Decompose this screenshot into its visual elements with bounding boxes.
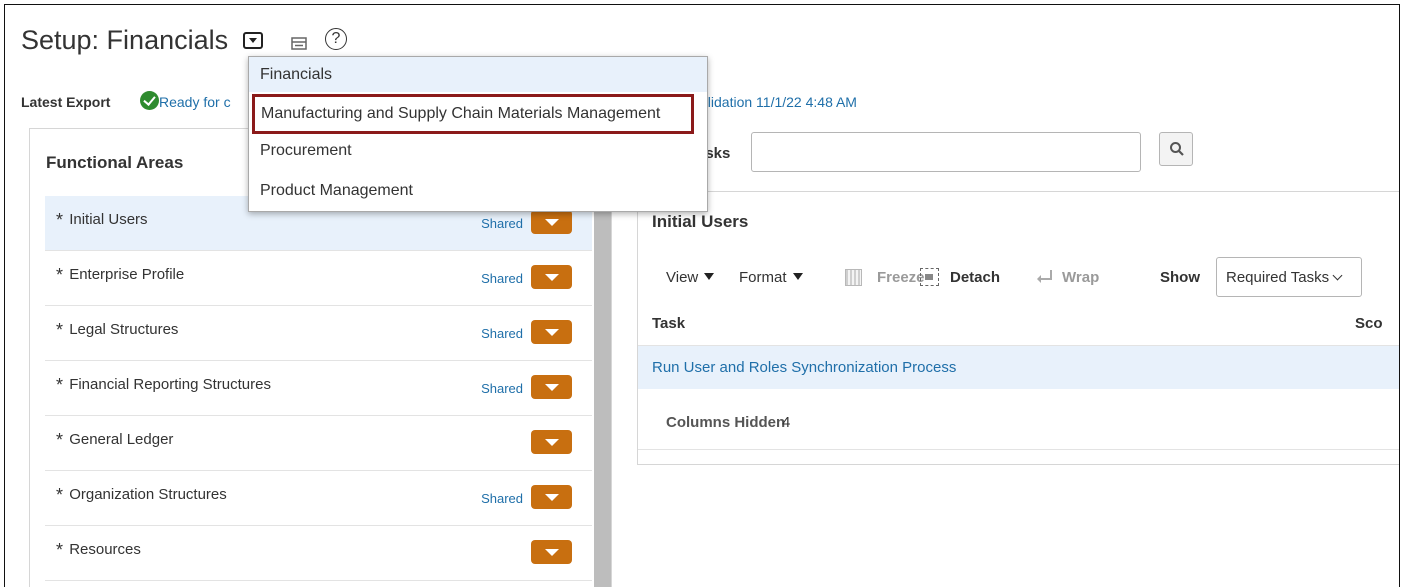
area-name: * Financial Reporting Structures xyxy=(56,375,271,395)
search-tasks-input[interactable] xyxy=(751,132,1141,172)
table-row[interactable]: Run User and Roles Synchronization Proce… xyxy=(638,346,1399,389)
detach-icon xyxy=(920,268,939,286)
chevron-down-icon xyxy=(1332,270,1343,281)
search-button[interactable] xyxy=(1159,132,1193,166)
required-marker: * xyxy=(56,540,64,560)
freeze-icon xyxy=(845,269,862,286)
view-menu[interactable]: View xyxy=(666,269,715,286)
area-actions-dropdown-icon[interactable] xyxy=(531,320,572,344)
functional-areas-title: Functional Areas xyxy=(46,153,184,172)
check-circle-icon xyxy=(140,91,159,110)
scrollbar[interactable] xyxy=(594,196,611,587)
task-link[interactable]: Run User and Roles Synchronization Proce… xyxy=(652,359,956,376)
area-name: * General Ledger xyxy=(56,430,174,450)
columns-hidden-count: 4 xyxy=(782,414,791,431)
area-actions-dropdown-icon[interactable] xyxy=(531,375,572,399)
area-name: * Resources xyxy=(56,540,141,560)
area-name: * Organization Structures xyxy=(56,485,227,505)
required-marker: * xyxy=(56,430,64,450)
wrap-button[interactable]: Wrap xyxy=(1062,269,1099,286)
shared-badge: Shared xyxy=(481,491,523,506)
area-actions-dropdown-icon[interactable] xyxy=(531,265,572,289)
latest-export-label: Latest Export xyxy=(21,94,111,110)
shared-badge: Shared xyxy=(481,216,523,231)
help-icon[interactable]: ? xyxy=(325,28,347,50)
table-toolbar: View Format Freeze Detach Wrap Show Requ… xyxy=(638,257,1399,297)
caret-down-icon xyxy=(704,273,715,280)
area-row[interactable]: * Financial Reporting Structures Shared xyxy=(45,361,592,416)
tasks-panel-title: Initial Users xyxy=(652,212,749,231)
area-actions-dropdown-icon[interactable] xyxy=(531,430,572,454)
required-marker: * xyxy=(56,375,64,395)
area-actions-dropdown-icon[interactable] xyxy=(531,210,572,234)
page-title: Setup: Financials xyxy=(21,25,229,55)
export-date-link[interactable]: validation 11/1/22 4:48 AM xyxy=(693,94,857,110)
menu-item-financials[interactable]: Financials xyxy=(249,57,707,92)
area-row[interactable]: * Resources xyxy=(45,526,592,581)
column-header-scope[interactable]: Sco xyxy=(1355,315,1383,332)
freeze-button[interactable]: Freeze xyxy=(877,269,925,286)
columns-hidden-label: Columns Hidden xyxy=(666,414,786,431)
wrap-icon xyxy=(1037,269,1055,286)
area-name: * Enterprise Profile xyxy=(56,265,185,285)
offering-dropdown-button[interactable] xyxy=(243,32,263,49)
menu-item-product-management[interactable]: Product Management xyxy=(249,173,707,209)
columns-hidden-row: Columns Hidden 4 xyxy=(638,402,1399,450)
area-row[interactable]: * Legal Structures Shared xyxy=(45,306,592,361)
required-marker: * xyxy=(56,485,64,505)
show-select[interactable]: Required Tasks xyxy=(1216,257,1362,297)
detach-button[interactable]: Detach xyxy=(950,269,1000,286)
area-row[interactable]: * General Ledger xyxy=(45,416,592,471)
area-name: * Initial Users xyxy=(56,210,148,230)
shared-badge: Shared xyxy=(481,326,523,341)
area-actions-dropdown-icon[interactable] xyxy=(531,485,572,509)
caret-down-icon xyxy=(792,273,803,280)
search-icon xyxy=(1170,142,1184,156)
format-menu[interactable]: Format xyxy=(739,269,803,286)
area-actions-dropdown-icon[interactable] xyxy=(531,540,572,564)
menu-item-manufacturing-scm[interactable]: Manufacturing and Supply Chain Materials… xyxy=(252,94,694,134)
required-marker: * xyxy=(56,265,64,285)
shared-badge: Shared xyxy=(481,271,523,286)
area-row[interactable]: * Enterprise Profile Shared xyxy=(45,251,592,306)
tray-icon[interactable] xyxy=(291,37,307,50)
required-marker: * xyxy=(56,320,64,340)
required-marker: * xyxy=(56,210,64,230)
shared-badge: Shared xyxy=(481,381,523,396)
tasks-panel: Initial Users View Format Freeze Detach … xyxy=(637,191,1399,465)
app-window: Setup: Financials ? Latest Export Ready … xyxy=(4,4,1400,587)
column-header-task[interactable]: Task xyxy=(652,315,685,332)
menu-item-procurement[interactable]: Procurement xyxy=(249,135,707,170)
table-header: Task Sco xyxy=(638,300,1399,346)
show-label: Show xyxy=(1160,269,1200,286)
area-row[interactable]: * Organization Structures Shared xyxy=(45,471,592,526)
offering-dropdown-menu: Financials Manufacturing and Supply Chai… xyxy=(248,56,708,212)
functional-areas-list: * Initial Users Shared * Enterprise Prof… xyxy=(45,196,592,581)
export-status-link[interactable]: Ready for c xyxy=(159,94,231,110)
area-name: * Legal Structures xyxy=(56,320,179,340)
